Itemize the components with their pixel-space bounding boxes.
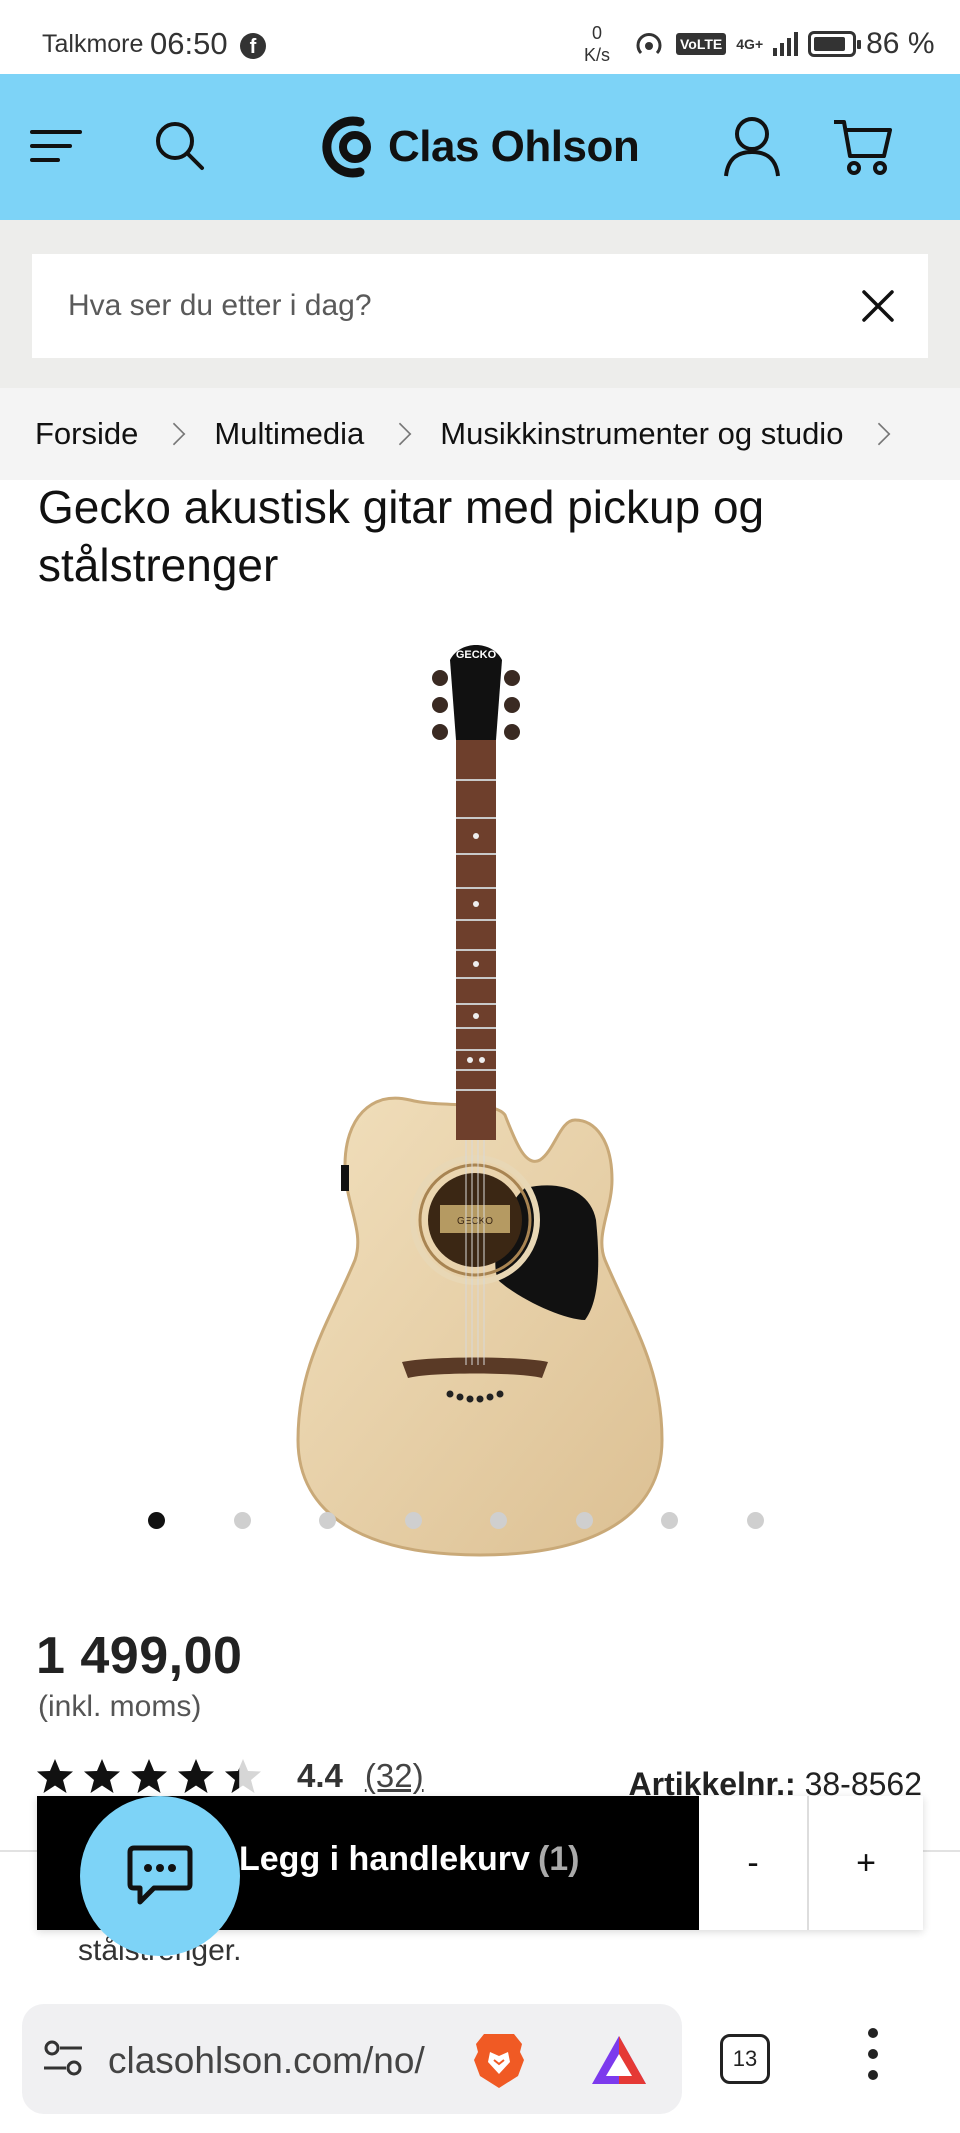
- site-settings-icon[interactable]: [42, 2038, 84, 2080]
- brave-shields-icon[interactable]: [470, 2030, 528, 2092]
- brave-rewards-icon[interactable]: [588, 2032, 650, 2088]
- status-icons: VoLTE 4G+ 86 %: [632, 27, 935, 60]
- vat-note: (inkl. moms): [38, 1690, 202, 1723]
- rating-value: 4.4: [297, 1757, 343, 1794]
- gallery-dot-8[interactable]: [746, 1512, 764, 1529]
- address-bar[interactable]: clasohlson.com/no/: [22, 2004, 682, 2114]
- gallery-dot-5[interactable]: [490, 1512, 507, 1529]
- chat-button[interactable]: [80, 1796, 240, 1956]
- star-icon: [37, 1759, 73, 1793]
- close-icon[interactable]: [858, 286, 898, 326]
- headstock-logo: GECKO: [456, 649, 497, 661]
- star-icon: [84, 1759, 120, 1793]
- url-text[interactable]: clasohlson.com/no/: [108, 2040, 425, 2082]
- gallery-dot-7[interactable]: [661, 1512, 678, 1529]
- hotspot-icon: [636, 33, 662, 55]
- breadcrumb: Forside Multimedia Musikkinstrumenter og…: [0, 388, 960, 480]
- signal-icon: [773, 32, 799, 56]
- clas-ohlson-logo[interactable]: Clas Ohlson: [318, 112, 640, 182]
- product-title: Gecko akustisk gitar med pickup og ståls…: [38, 481, 765, 591]
- logo-text: Clas Ohlson: [388, 122, 640, 171]
- gallery-dot-4[interactable]: [404, 1512, 422, 1529]
- rating-stars: [36, 1757, 271, 1795]
- gallery-dot-6[interactable]: [575, 1512, 593, 1529]
- network-speed-unit: K/s: [584, 45, 611, 65]
- product-rating[interactable]: 4.4 (32): [36, 1756, 424, 1796]
- rating-count-link[interactable]: (32): [365, 1757, 424, 1795]
- carrier-label: Talkmore: [42, 30, 144, 58]
- more-menu-icon[interactable]: [858, 2028, 888, 2090]
- site-header: Clas Ohlson: [0, 74, 960, 220]
- network-speed: 0 K/s: [584, 22, 610, 66]
- chevron-right-icon: [163, 422, 186, 446]
- breadcrumb-item-multimedia[interactable]: Multimedia: [214, 416, 364, 452]
- battery-percent: 86 %: [866, 27, 935, 60]
- clock: 06:50: [150, 26, 228, 61]
- gallery-dot-1[interactable]: [148, 1512, 165, 1529]
- status-bar: Talkmore 06:50 f 0 K/s VoLTE 4G+ 86 %: [0, 0, 960, 74]
- star-icon: [131, 1759, 167, 1793]
- product-image[interactable]: GECKO GECKO: [0, 620, 960, 1580]
- menu-button[interactable]: [30, 126, 88, 166]
- cart-icon[interactable]: [832, 116, 894, 176]
- search-band: [0, 220, 960, 388]
- quantity-decrease-button[interactable]: -: [699, 1796, 809, 1930]
- chevron-right-icon: [868, 422, 891, 446]
- search-box: [32, 254, 928, 358]
- breadcrumb-item-musikkinstrumenter[interactable]: Musikkinstrumenter og studio: [440, 416, 843, 452]
- breadcrumb-item-forside[interactable]: Forside: [35, 416, 138, 452]
- gallery-dot-3[interactable]: [319, 1512, 336, 1529]
- cart-count: (1): [537, 1840, 580, 1878]
- add-to-cart-label: Legg i handlekurv (1): [239, 1840, 580, 1879]
- facebook-notification-icon: f: [240, 33, 266, 59]
- star-icon: [225, 1759, 261, 1793]
- quantity-increase-button[interactable]: +: [811, 1796, 921, 1930]
- volte-badge: VoLTE: [676, 33, 727, 55]
- gallery-pagination: [0, 1512, 960, 1532]
- star-icon: [178, 1759, 214, 1793]
- network-type: 4G+: [736, 36, 764, 52]
- chat-icon: [127, 1845, 193, 1905]
- browser-bar: clasohlson.com/no/ 13: [0, 1986, 960, 2133]
- tabs-button[interactable]: 13: [720, 2034, 770, 2084]
- chevron-right-icon: [388, 422, 412, 446]
- soundhole-label: GECKO: [457, 1216, 493, 1227]
- battery-icon: [808, 31, 862, 57]
- user-icon[interactable]: [722, 114, 782, 178]
- logo-mark-icon: [322, 116, 371, 178]
- add-to-cart-text: Legg i handlekurv: [239, 1840, 530, 1878]
- search-icon[interactable]: [152, 118, 206, 172]
- gallery-dot-2[interactable]: [233, 1512, 251, 1529]
- network-speed-value: 0: [592, 23, 603, 43]
- product-price: 1 499,00: [36, 1627, 243, 1685]
- search-input[interactable]: [68, 254, 828, 358]
